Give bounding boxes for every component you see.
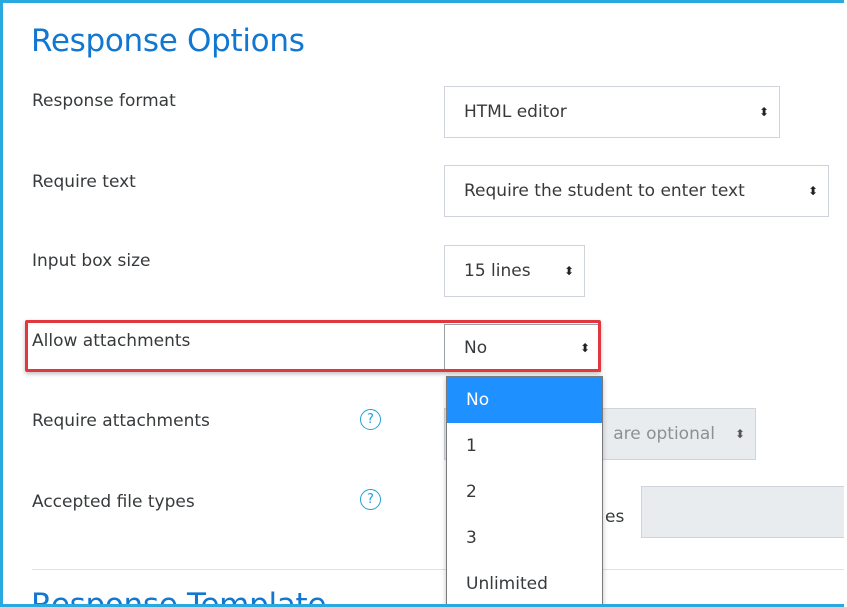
allow-attachments-dropdown[interactable]: No 1 2 3 Unlimited xyxy=(446,376,603,604)
require-text-select[interactable]: Require the student to enter text ⬍ xyxy=(444,165,829,217)
help-icon[interactable]: ? xyxy=(360,409,381,430)
dropdown-option-no[interactable]: No xyxy=(447,377,602,423)
require-text-value: Require the student to enter text xyxy=(464,181,745,201)
select-arrows-icon: ⬍ xyxy=(758,105,769,119)
dropdown-option-3[interactable]: 3 xyxy=(447,515,602,561)
input-box-size-select[interactable]: 15 lines ⬍ xyxy=(444,245,585,297)
section-title-response-options: Response Options xyxy=(31,23,305,59)
response-options-panel: Response Options Response format HTML ed… xyxy=(0,0,844,607)
accepted-file-types-label: Accepted file types xyxy=(32,492,195,512)
require-attachments-label: Require attachments xyxy=(32,411,210,431)
highlight-box xyxy=(25,320,601,372)
input-box-size-value: 15 lines xyxy=(464,261,531,281)
accepted-file-types-input xyxy=(641,486,844,538)
accepted-file-types-partial-text: es xyxy=(605,507,625,527)
dropdown-option-1[interactable]: 1 xyxy=(447,423,602,469)
select-arrows-icon: ⬍ xyxy=(563,264,574,278)
response-format-value: HTML editor xyxy=(464,102,567,122)
input-box-size-label: Input box size xyxy=(32,251,151,271)
select-arrows-icon: ⬍ xyxy=(734,427,745,441)
help-icon[interactable]: ? xyxy=(360,489,381,510)
dropdown-option-2[interactable]: 2 xyxy=(447,469,602,515)
dropdown-option-unlimited[interactable]: Unlimited xyxy=(447,561,602,604)
require-attachments-value: are optional xyxy=(613,424,715,444)
require-text-label: Require text xyxy=(32,172,136,192)
response-format-select[interactable]: HTML editor ⬍ xyxy=(444,86,780,138)
response-format-label: Response format xyxy=(32,91,176,111)
section-title-response-template: Response Template xyxy=(31,587,327,607)
section-divider xyxy=(32,569,844,570)
select-arrows-icon: ⬍ xyxy=(807,184,818,198)
